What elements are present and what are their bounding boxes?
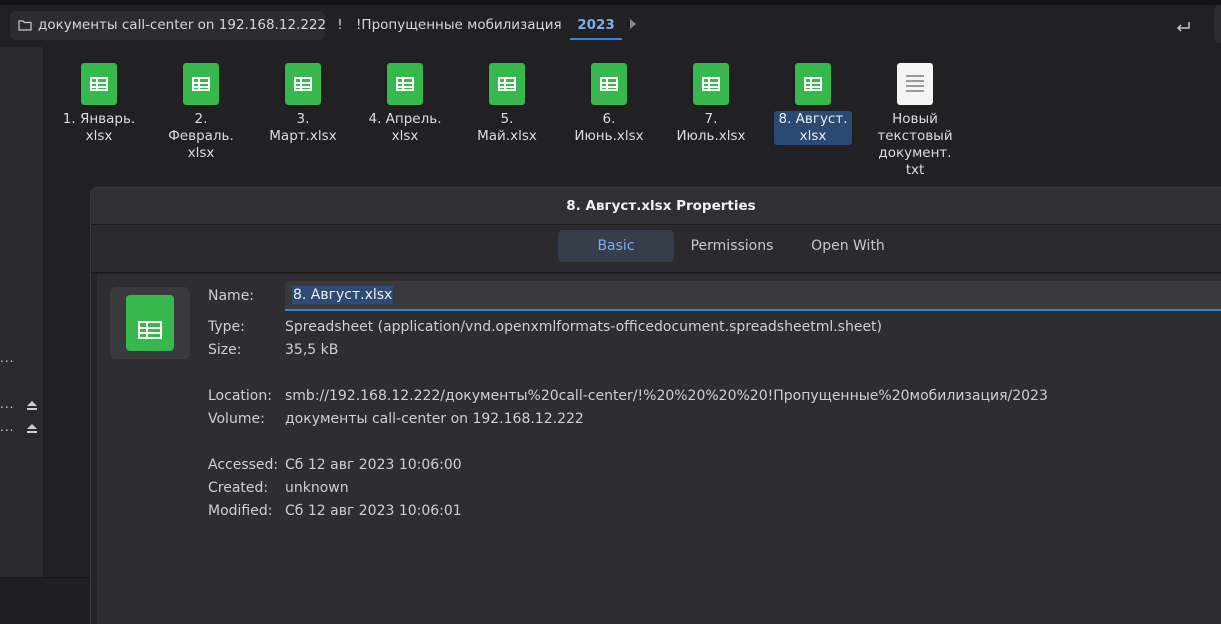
type-value: Spreadsheet (application/vnd.openxmlform…	[285, 319, 883, 335]
name-field[interactable]: 8. Август.xlsx	[285, 281, 1221, 311]
breadcrumb-root[interactable]: документы call-center on 192.168.12.222	[10, 11, 327, 40]
eject-icon[interactable]	[26, 400, 38, 411]
file-name: 5. Май.xlsx	[477, 111, 537, 144]
pathbar-overflow-edge	[1214, 5, 1221, 43]
dialog-header: 8. Август.xlsx Properties	[91, 188, 1221, 225]
location-label: Location:	[208, 388, 272, 404]
spreadsheet-icon	[591, 63, 627, 105]
file-item[interactable]: 7. Июль.xlsx	[669, 63, 753, 145]
tab-permissions[interactable]: Permissions	[674, 230, 790, 262]
spreadsheet-icon	[183, 63, 219, 105]
accessed-label: Accessed:	[208, 457, 279, 473]
size-value: 35,5 kB	[285, 342, 339, 358]
sidebar-item[interactable]: ...	[0, 397, 14, 411]
file-item-selected[interactable]: 8. Август. xlsx	[771, 63, 855, 145]
file-item[interactable]: 6. Июнь.xlsx	[567, 63, 651, 145]
text-file-icon	[897, 63, 933, 105]
file-item[interactable]: 4. Апрель. xlsx	[363, 63, 447, 145]
breadcrumb-missed[interactable]: !Пропущенные мобилизация	[356, 11, 562, 40]
file-item[interactable]: 5. Май.xlsx	[465, 63, 549, 145]
file-name: 8. Август. xlsx	[774, 111, 852, 145]
restore-icon[interactable]	[1174, 20, 1192, 34]
spreadsheet-icon	[285, 63, 321, 105]
properties-dialog: 8. Август.xlsx Properties Basic Permissi…	[90, 187, 1221, 624]
type-label: Type:	[208, 319, 245, 335]
spreadsheet-icon	[387, 63, 423, 105]
file-name: 4. Апрель. xlsx	[368, 111, 442, 144]
spreadsheet-icon	[795, 63, 831, 105]
tab-basic[interactable]: Basic	[558, 230, 674, 262]
dialog-tabs: Basic Permissions Open With	[91, 225, 1221, 273]
accessed-value: Сб 12 авг 2023 10:06:00	[285, 457, 462, 473]
sidebar-item[interactable]: ...	[0, 420, 14, 434]
created-value: unknown	[285, 480, 349, 496]
location-value[interactable]: smb://192.168.12.222/документы%20call-ce…	[285, 388, 1048, 404]
folder-icon	[18, 20, 32, 31]
modified-value: Сб 12 авг 2023 10:06:01	[285, 503, 462, 519]
file-name: 2. Февраль. xlsx	[168, 111, 234, 161]
file-name: 1. Январь. xlsx	[62, 111, 136, 144]
chevron-right-icon[interactable]	[630, 19, 636, 29]
breadcrumb-root-label: документы call-center on 192.168.12.222	[38, 17, 327, 33]
volume-value: документы call-center on 192.168.12.222	[285, 411, 584, 427]
name-field-value: 8. Август.xlsx	[292, 286, 394, 304]
spreadsheet-icon	[126, 295, 174, 351]
breadcrumb-year[interactable]: 2023	[570, 11, 622, 40]
sidebar: ... ... ...	[0, 47, 44, 577]
file-name: 7. Июль.xlsx	[676, 111, 746, 144]
file-grid: 1. Январь. xlsx 2. Февраль. xlsx 3. Март.x…	[44, 47, 1221, 187]
path-bar: документы call-center on 192.168.12.222 …	[0, 5, 1221, 47]
eject-icon[interactable]	[26, 423, 38, 434]
file-name: Новый текстовый документ. txt	[877, 111, 953, 178]
spreadsheet-icon	[81, 63, 117, 105]
file-name: 6. Июнь.xlsx	[574, 111, 644, 144]
sidebar-item[interactable]: ...	[0, 351, 14, 365]
spreadsheet-icon	[693, 63, 729, 105]
file-icon-button[interactable]	[110, 287, 190, 359]
size-label: Size:	[208, 342, 242, 358]
modified-label: Modified:	[208, 503, 273, 519]
tab-open-with[interactable]: Open With	[790, 230, 906, 262]
file-name: 3. Март.xlsx	[269, 111, 337, 144]
file-item[interactable]: 1. Январь. xlsx	[57, 63, 141, 145]
created-label: Created:	[208, 480, 269, 496]
file-item[interactable]: Новый текстовый документ. txt	[873, 63, 957, 179]
dialog-body: Name: 8. Август.xlsx Type: Spreadsheet (…	[97, 274, 1221, 624]
dialog-title: 8. Август.xlsx Properties	[566, 198, 756, 214]
spreadsheet-icon	[489, 63, 525, 105]
breadcrumb-bang[interactable]: !	[330, 11, 350, 40]
file-item[interactable]: 3. Март.xlsx	[261, 63, 345, 145]
file-item[interactable]: 2. Февраль. xlsx	[159, 63, 243, 162]
name-label: Name:	[208, 288, 255, 304]
volume-label: Volume:	[208, 411, 265, 427]
